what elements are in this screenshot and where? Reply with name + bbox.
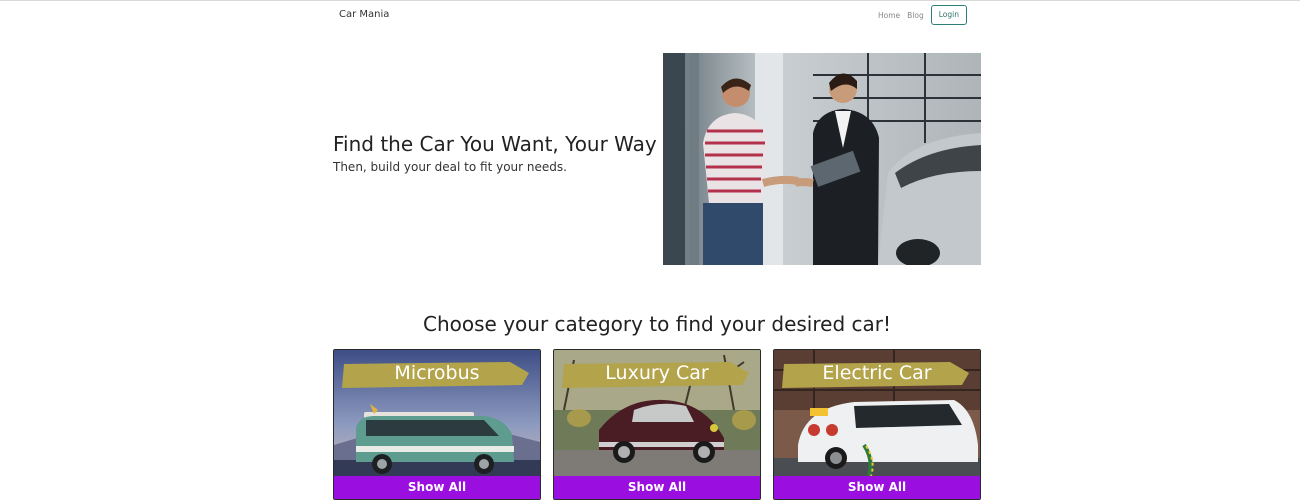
category-card-luxury-car[interactable]: Luxury Car Show All [553,349,761,500]
nav-blog-link[interactable]: Blog [907,11,924,20]
hero-title: Find the Car You Want, Your Way [333,132,657,156]
login-button[interactable]: Login [930,5,967,25]
navbar: Car Mania Home Blog Login [333,4,981,28]
category-section-title: Choose your category to find your desire… [423,312,891,336]
showroom-photo [663,53,981,265]
category-card-electric-car[interactable]: Electric Car Show All [773,349,981,500]
hero-image [663,53,981,265]
hero-text: Find the Car You Want, Your Way Then, bu… [333,132,657,174]
nav-links: Home Blog Login [878,5,967,25]
top-border [0,0,1300,1]
show-all-luxury-car-button[interactable]: Show All [554,476,760,499]
show-all-electric-car-button[interactable]: Show All [774,476,980,499]
show-all-microbus-button[interactable]: Show All [334,476,540,499]
hero-subtitle: Then, build your deal to fit your needs. [333,160,567,174]
category-name: Luxury Car [605,362,709,384]
nav-home-link[interactable]: Home [878,11,900,20]
category-name: Electric Car [822,362,932,384]
brand-logo[interactable]: Car Mania [339,9,389,20]
category-card-microbus[interactable]: Microbus Show All [333,349,541,500]
category-name: Microbus [394,362,480,384]
